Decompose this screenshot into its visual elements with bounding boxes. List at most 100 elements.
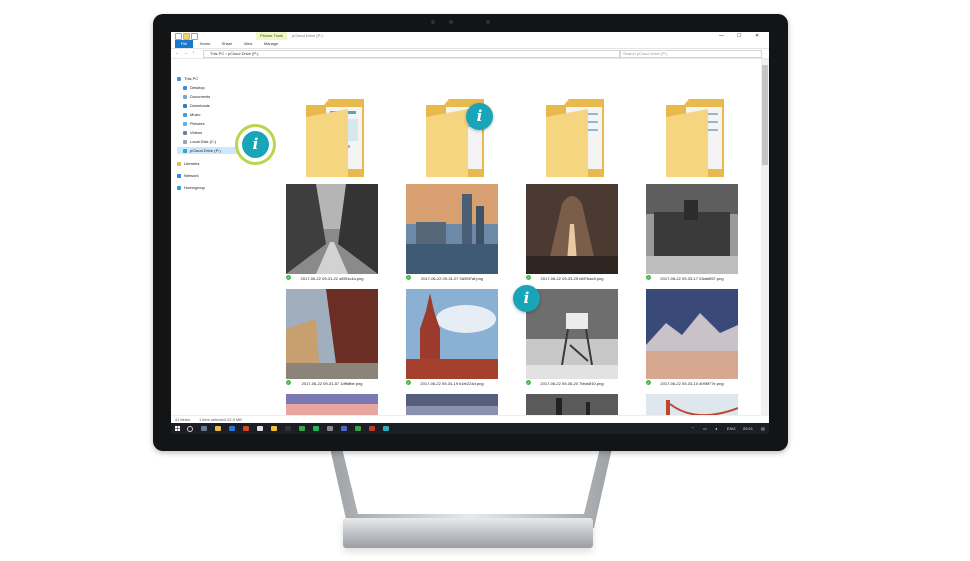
maximize-button[interactable]: ☐: [737, 32, 741, 40]
address-bar-row: ← → ↑ This PC › pCloud Drive (P:) Search…: [171, 49, 769, 59]
app-icon[interactable]: [285, 426, 291, 431]
castle-photo-thumbnail: [646, 184, 738, 274]
documents-icon: [183, 94, 187, 99]
search-input[interactable]: Search pCloud Drive (P:): [619, 50, 762, 58]
screen: Picture Tools pCloud Drive (P:) — ☐ ✕ Fi…: [171, 32, 769, 434]
music-icon: [183, 112, 187, 117]
pcloud-icon[interactable]: [383, 426, 389, 431]
app-icon[interactable]: [369, 426, 375, 431]
file-explorer-icon[interactable]: [215, 426, 221, 431]
sidebar-item-videos[interactable]: Videos: [183, 129, 202, 136]
taskbar: ⌃ ▭ ◂ ENG 09:21 ▤: [171, 423, 769, 434]
forward-arrow-icon[interactable]: →: [183, 49, 188, 58]
sunset-sky-photo-thumbnail: [286, 394, 378, 415]
sidebar-item-music[interactable]: Music: [183, 111, 200, 118]
file-grid: ✓ All Files ✓ All Folders: [268, 59, 761, 415]
sidebar-item-this-pc[interactable]: This PC: [177, 75, 198, 82]
quick-access-icon[interactable]: [175, 33, 182, 40]
downloads-icon: [183, 103, 187, 108]
tab-view[interactable]: View: [239, 40, 257, 48]
sidebar-item-network[interactable]: Network: [177, 172, 199, 179]
pictures-icon: [183, 121, 187, 126]
file-name: 2017-06-22 09-33-10 d096f77e.png: [660, 381, 724, 386]
city-skyline-photo-thumbnail: [406, 184, 498, 274]
minimize-button[interactable]: —: [719, 32, 724, 40]
sensor-dot: [431, 20, 435, 24]
cortana-icon[interactable]: [187, 426, 193, 432]
canal-photo-thumbnail: [286, 184, 378, 274]
network-tray-icon[interactable]: ▭: [703, 423, 707, 434]
app-icon[interactable]: [327, 426, 333, 431]
file-name: 2017-06-22 09-31-22 a59f1c4a.png: [300, 276, 364, 281]
vertical-scrollbar[interactable]: [761, 59, 769, 415]
folder-icon[interactable]: [183, 33, 190, 40]
window-title: pCloud Drive (P:): [292, 33, 323, 38]
sidebar-item-desktop[interactable]: Desktop: [183, 84, 205, 91]
camera-dot: [449, 20, 453, 24]
file-name: 2017-06-22 09-33-17 03ab6f57.png: [660, 276, 724, 281]
street-photo-thumbnail: [286, 289, 378, 379]
sidebar-item-local-disk[interactable]: Local Disk (C:): [183, 138, 216, 145]
close-button[interactable]: ✕: [755, 32, 759, 40]
sidebar-item-libraries[interactable]: Libraries: [177, 160, 199, 167]
tab-home[interactable]: Home: [195, 40, 215, 48]
up-arrow-icon[interactable]: ↑: [192, 49, 195, 58]
mountain-lake-photo-thumbnail: [646, 289, 738, 379]
scrollbar-thumb[interactable]: [762, 65, 768, 165]
address-path[interactable]: This PC › pCloud Drive (P:): [203, 50, 621, 58]
homegroup-icon: [177, 185, 181, 190]
sidebar-item-homegroup[interactable]: Homegroup: [177, 184, 205, 191]
drive-icon: [183, 139, 187, 144]
cloud-drive-icon: [183, 148, 187, 153]
app-icon[interactable]: [243, 426, 249, 431]
cathedral-interior-photo-thumbnail: [526, 184, 618, 274]
app-icon[interactable]: [257, 426, 263, 431]
file-name: 2017-06-22 09-35-20 7bbd4f10.png: [540, 381, 604, 386]
folder-icon: [546, 99, 604, 177]
folder-thumbnail: [526, 95, 618, 185]
sensor-dot: [486, 20, 490, 24]
task-view-icon[interactable]: [201, 426, 207, 431]
monochrome-photo-thumbnail: [526, 394, 618, 415]
info-badge-icon[interactable]: i: [242, 131, 269, 158]
cloudy-sky-photo-thumbnail: [406, 394, 498, 415]
file-name: 2017-06-22 09-33-25 b6f7bac5.png: [540, 276, 604, 281]
spotify-icon[interactable]: [313, 426, 319, 431]
start-icon[interactable]: [175, 426, 180, 431]
tab-manage[interactable]: Manage: [259, 40, 283, 48]
properties-icon[interactable]: [191, 33, 198, 40]
videos-icon: [183, 130, 187, 135]
clock[interactable]: 09:21: [743, 423, 753, 434]
file-name: 2017-06-22 09-31-57 1dffdfbe.png: [301, 381, 363, 386]
file-name: 2017-06-22 09-31-07 0d95f7af.png: [420, 276, 484, 281]
sidebar-item-downloads[interactable]: Downloads: [183, 102, 210, 109]
app-icon[interactable]: [271, 426, 277, 431]
network-icon: [177, 173, 181, 178]
language-indicator[interactable]: ENG: [727, 423, 736, 434]
tab-share[interactable]: Share: [217, 40, 237, 48]
file-name: 2017-06-22 09-34-19 b1fe224d.png: [420, 381, 484, 386]
tab-file[interactable]: File: [175, 40, 193, 48]
notifications-icon[interactable]: ▤: [761, 423, 765, 434]
folder-thumbnail: [286, 95, 378, 185]
edge-icon[interactable]: [229, 426, 235, 431]
bridge-photo-thumbnail: [646, 394, 738, 415]
ribbon-tabs: File Home Share View Manage: [171, 40, 769, 49]
sidebar-item-pictures[interactable]: Pictures: [183, 120, 204, 127]
back-arrow-icon[interactable]: ←: [175, 49, 180, 58]
monitor-base: [343, 518, 593, 548]
libraries-icon: [177, 161, 181, 166]
tray-chevron-icon[interactable]: ⌃: [691, 423, 694, 434]
app-icon[interactable]: [355, 426, 361, 431]
app-icon[interactable]: [341, 426, 347, 431]
folder-icon: [306, 99, 364, 177]
monitor-bezel: Picture Tools pCloud Drive (P:) — ☐ ✕ Fi…: [153, 14, 788, 451]
info-badge-icon[interactable]: i: [513, 285, 540, 312]
app-icon[interactable]: [299, 426, 305, 431]
lifeguard-tower-photo-thumbnail: [526, 289, 618, 379]
volume-icon[interactable]: ◂: [715, 423, 717, 434]
info-badge-icon[interactable]: i: [466, 103, 493, 130]
folder-icon: [666, 99, 724, 177]
sidebar-item-documents[interactable]: Documents: [183, 93, 210, 100]
folder-thumbnail: [646, 95, 738, 185]
